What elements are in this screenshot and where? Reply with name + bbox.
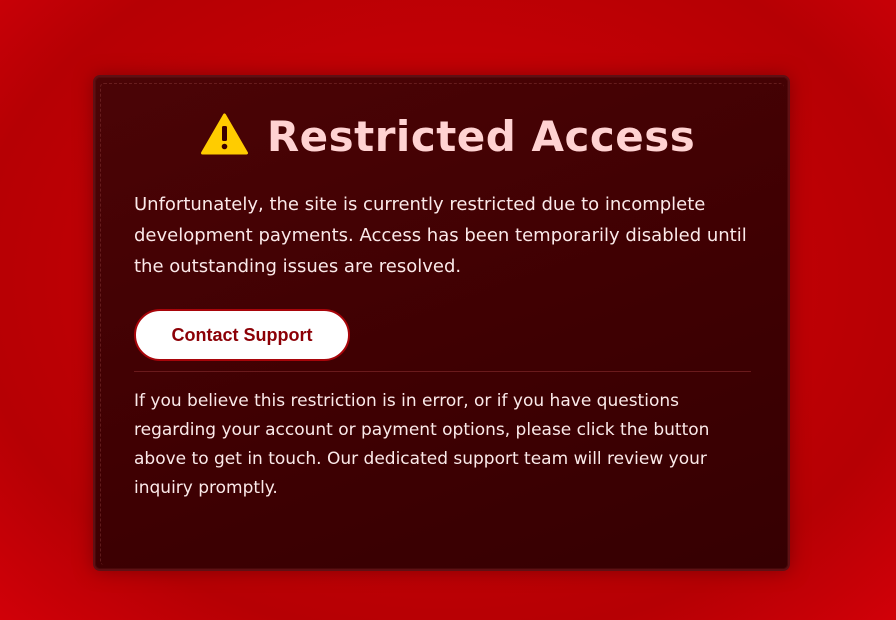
contact-support-button[interactable]: Contact Support [134, 309, 350, 361]
restriction-message: Unfortunately, the site is currently res… [134, 194, 747, 277]
warning-triangle-icon [200, 113, 248, 155]
divider [134, 371, 751, 372]
title-row: Restricted Access [0, 112, 896, 161]
help-text: If you believe this restriction is in er… [134, 391, 710, 498]
page-title: Restricted Access [266, 112, 696, 161]
